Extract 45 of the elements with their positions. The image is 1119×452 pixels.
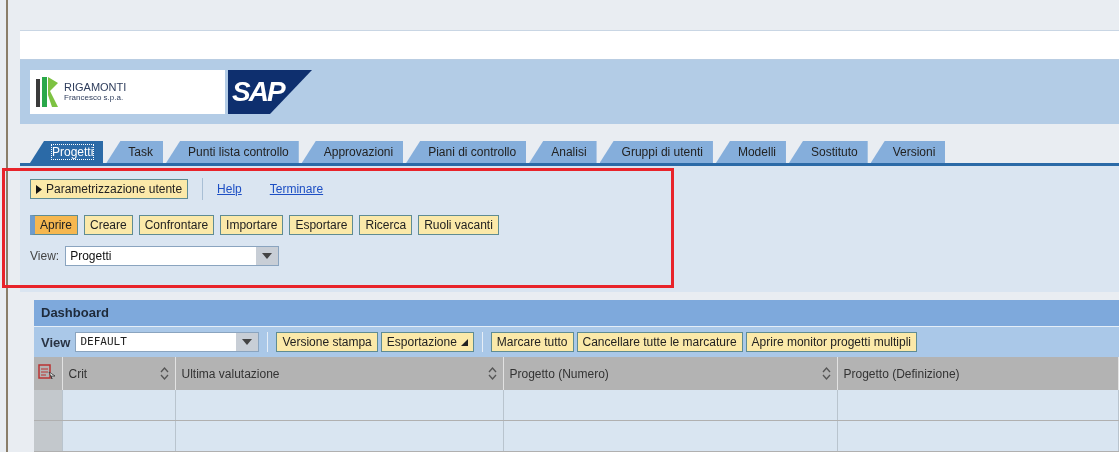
link[interactable]: Help xyxy=(217,182,242,196)
user-settings-button[interactable]: Parametrizzazione utente xyxy=(30,179,189,199)
action-button[interactable]: Creare xyxy=(84,215,133,235)
toolbar-button[interactable]: Esportazione xyxy=(380,332,474,352)
toolbar-button[interactable]: Cancellare tutte le marcature xyxy=(576,332,743,352)
dashboard-title: Dashboard xyxy=(34,300,1119,326)
dropdown-arrow-icon xyxy=(262,253,273,259)
tab[interactable]: Modelli xyxy=(715,141,786,163)
action-button[interactable]: Ruoli vacanti xyxy=(418,215,499,235)
action-button[interactable]: Importare xyxy=(220,215,284,235)
action-button[interactable]: Ricerca xyxy=(359,215,413,235)
toolbar-button[interactable]: Marcare tutto xyxy=(490,332,574,352)
view-dropdown[interactable]: Progetti xyxy=(65,246,280,266)
view-label: View xyxy=(41,334,71,350)
triangle-icon xyxy=(36,184,42,194)
tab[interactable]: Task xyxy=(106,141,164,163)
action-button[interactable]: Esportare xyxy=(289,215,354,235)
tab[interactable]: Versioni xyxy=(870,141,946,163)
action-button[interactable]: Confrontare xyxy=(138,215,215,235)
link[interactable]: Terminare xyxy=(269,182,324,196)
menu-triangle-icon xyxy=(460,338,468,346)
dropdown-arrow-icon xyxy=(242,339,253,345)
tab[interactable]: Punti lista controllo xyxy=(166,141,299,163)
product-logo: SAP xyxy=(228,70,312,114)
column-settings-icon[interactable] xyxy=(38,364,56,380)
column-header[interactable]: Progetto (Definizione) xyxy=(837,357,1119,390)
toolbar-button[interactable]: Aprire monitor progetti multipli xyxy=(745,332,917,352)
sort-icon[interactable] xyxy=(487,367,497,380)
stripes-icon xyxy=(36,75,60,109)
tab[interactable]: Gruppi di utenti xyxy=(599,141,713,163)
tab[interactable]: Piani di controllo xyxy=(406,141,527,163)
column-header[interactable]: Progetto (Numero) xyxy=(503,357,837,390)
toolbar-button[interactable]: Versione stampa xyxy=(276,332,378,352)
company-logo: RIGAMONTI Francesco s.p.a. xyxy=(30,70,225,114)
column-header[interactable]: Ultima valutazione xyxy=(175,357,503,390)
column-header[interactable]: Crit xyxy=(62,357,175,390)
view-label: View: xyxy=(30,249,60,263)
sort-icon[interactable] xyxy=(159,367,169,380)
tab[interactable]: Sostituto xyxy=(788,141,868,163)
sort-icon[interactable] xyxy=(821,367,831,380)
tab[interactable]: Progetti xyxy=(30,141,104,163)
tab[interactable]: Analisi xyxy=(529,141,597,163)
action-button[interactable]: Aprire xyxy=(30,215,78,235)
tab[interactable]: Approvazioni xyxy=(301,141,404,163)
view-dropdown[interactable]: DEFAULT xyxy=(75,332,260,352)
